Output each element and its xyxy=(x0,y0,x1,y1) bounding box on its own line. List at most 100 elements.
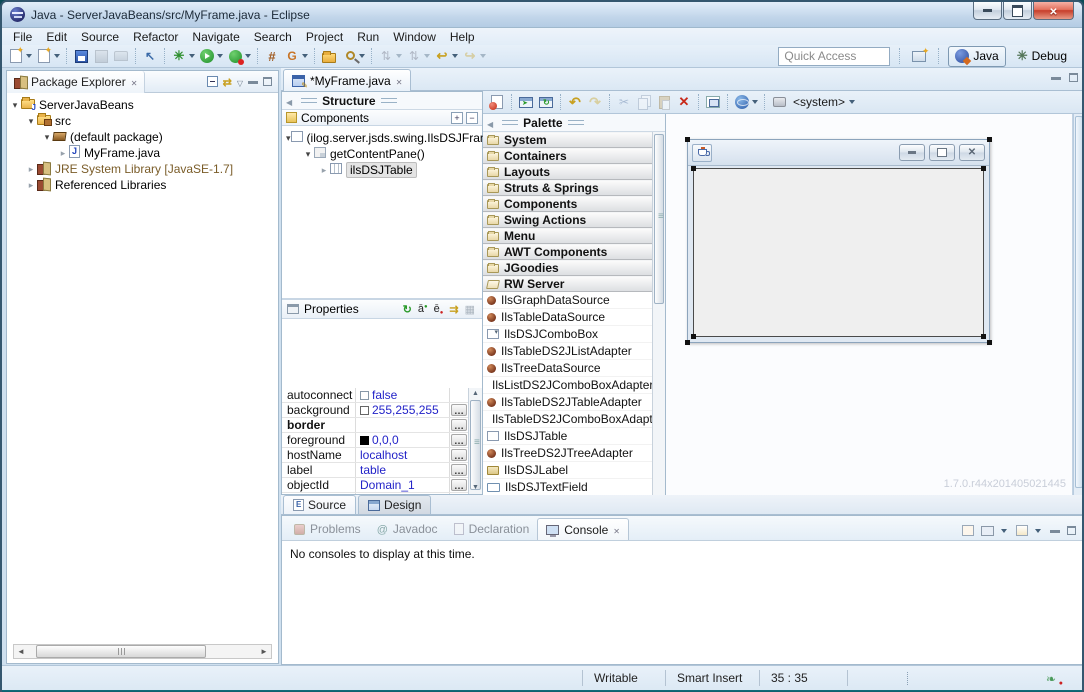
scrollbar-thumb[interactable] xyxy=(36,645,206,658)
coverage-dropdown[interactable] xyxy=(245,54,251,58)
scroll-right-icon[interactable]: ► xyxy=(257,647,271,656)
palette-category-layouts[interactable]: Layouts xyxy=(483,164,652,180)
scroll-up-icon[interactable]: ▲ xyxy=(469,388,482,400)
cut-button[interactable] xyxy=(615,93,633,111)
property-ellipsis-button[interactable] xyxy=(451,464,467,476)
open-console-icon[interactable] xyxy=(1016,525,1028,536)
new-project-button[interactable] xyxy=(35,47,53,65)
palette-item-ilsdsjtable[interactable]: IlsDSJTable xyxy=(483,428,652,445)
back-button[interactable] xyxy=(433,47,451,65)
view-menu-icon[interactable] xyxy=(237,75,243,89)
palette-category-containers[interactable]: Containers xyxy=(483,148,652,164)
editor-tab-myframe[interactable]: *MyFrame.java xyxy=(283,69,411,91)
preview-frame[interactable] xyxy=(687,139,990,343)
print-button[interactable] xyxy=(112,47,130,65)
search-dropdown[interactable] xyxy=(359,54,365,58)
debug-button[interactable] xyxy=(170,47,188,65)
close-icon[interactable] xyxy=(396,74,403,88)
next-annotation-dropdown[interactable] xyxy=(424,54,430,58)
scrollbar-thumb[interactable] xyxy=(470,400,481,490)
menu-window[interactable]: Window xyxy=(386,29,443,45)
tree-item-default-package[interactable]: (default package) xyxy=(9,129,278,145)
selection-handle[interactable] xyxy=(987,137,992,142)
scroll-down-icon[interactable]: ▼ xyxy=(469,482,482,494)
tab-javadoc[interactable]: Javadoc xyxy=(369,518,446,540)
reparse-button[interactable] xyxy=(537,93,555,111)
checkbox-icon[interactable] xyxy=(360,391,369,400)
package-explorer-tab[interactable]: Package Explorer xyxy=(7,71,145,93)
open-console-dropdown[interactable] xyxy=(1035,529,1041,533)
paste-button[interactable] xyxy=(655,93,673,111)
delete-button[interactable] xyxy=(675,93,693,111)
new-grid-button[interactable] xyxy=(263,47,281,65)
palette-item-ilsdsjlabel[interactable]: IlsDSJLabel xyxy=(483,462,652,479)
coverage-button[interactable] xyxy=(226,47,244,65)
property-value[interactable]: localhost xyxy=(356,448,450,462)
property-row-objectid[interactable]: objectId Domain_1 xyxy=(282,478,468,493)
palette-category-swing-actions[interactable]: Swing Actions xyxy=(483,212,652,228)
tab-design[interactable]: Design xyxy=(358,495,431,514)
expander-icon[interactable] xyxy=(57,148,69,159)
property-ellipsis-button[interactable] xyxy=(451,449,467,461)
goto-definition-icon[interactable] xyxy=(418,303,428,315)
property-value[interactable]: 0,0,0 xyxy=(356,433,450,447)
minimize-view-icon[interactable] xyxy=(248,80,258,84)
menu-project[interactable]: Project xyxy=(299,29,350,45)
palette-category-rw-server[interactable]: RW Server xyxy=(483,276,652,292)
minimize-view-icon[interactable] xyxy=(1050,529,1060,533)
undo-button[interactable] xyxy=(566,93,584,111)
palette-item-ilsdsjtextfield[interactable]: IlsDSJTextField xyxy=(483,479,652,495)
open-perspective-button[interactable] xyxy=(910,47,928,65)
property-row-border[interactable]: border xyxy=(282,418,468,433)
properties-scrollbar[interactable]: ▲ ▼ xyxy=(468,388,482,494)
palette-category-jgoodies[interactable]: JGoodies xyxy=(483,260,652,276)
window-minimize-button[interactable] xyxy=(973,2,1002,20)
horizontal-scrollbar[interactable]: ◄ ► xyxy=(13,644,272,659)
property-value[interactable]: false xyxy=(356,388,450,402)
maximize-editor-icon[interactable] xyxy=(1069,73,1078,82)
tab-problems[interactable]: Problems xyxy=(286,518,369,540)
locale-button[interactable] xyxy=(733,93,751,111)
property-value[interactable]: network7 xyxy=(356,493,450,494)
window-maximize-button[interactable] xyxy=(1003,2,1032,20)
menu-search[interactable]: Search xyxy=(247,29,299,45)
selection-handle[interactable] xyxy=(691,334,696,339)
new-project-dropdown[interactable] xyxy=(54,54,60,58)
preview-title-bar[interactable] xyxy=(688,140,989,166)
tree-item-contentpane[interactable]: getContentPane() xyxy=(286,146,482,162)
tree-item-ilsdsjtable[interactable]: ilsDSJTable xyxy=(286,162,482,178)
property-value[interactable] xyxy=(356,418,450,432)
background-job-icon[interactable] xyxy=(1046,672,1060,685)
selection-handle[interactable] xyxy=(685,137,690,142)
menu-source[interactable]: Source xyxy=(74,29,126,45)
tree-item-myframe[interactable]: MyFrame.java xyxy=(9,145,278,161)
select-mode-button[interactable] xyxy=(141,47,159,65)
externalize-strings-button[interactable] xyxy=(704,93,722,111)
menu-refactor[interactable]: Refactor xyxy=(126,29,185,45)
menu-edit[interactable]: Edit xyxy=(39,29,74,45)
menu-navigate[interactable]: Navigate xyxy=(185,29,246,45)
expander-icon[interactable] xyxy=(25,164,37,175)
palette-item-ilstableds2jlistadapter[interactable]: IlsTableDS2JListAdapter xyxy=(483,343,652,360)
collapse-left-icon[interactable] xyxy=(282,94,296,108)
run-button[interactable] xyxy=(198,47,216,65)
close-icon[interactable] xyxy=(613,523,620,537)
palette-scrollbar[interactable] xyxy=(652,132,665,495)
expander-icon[interactable] xyxy=(302,149,314,160)
property-row-servername[interactable]: serverName network7 xyxy=(282,493,468,494)
window-close-button[interactable] xyxy=(1033,2,1074,20)
back-dropdown[interactable] xyxy=(452,54,458,58)
palette-item-ilstableds2jtableadapter[interactable]: IlsTableDS2JTableAdapter xyxy=(483,394,652,411)
quick-access-input[interactable] xyxy=(778,47,890,66)
scrollbar-thumb[interactable] xyxy=(1075,116,1083,488)
prev-annotation-button[interactable] xyxy=(377,47,395,65)
display-console-dropdown[interactable] xyxy=(1001,529,1007,533)
property-ellipsis-button[interactable] xyxy=(451,479,467,491)
tab-source[interactable]: Source xyxy=(283,495,356,514)
test-window-button[interactable] xyxy=(517,93,535,111)
collapse-all-icon[interactable]: − xyxy=(466,112,478,124)
palette-category-system[interactable]: System xyxy=(483,132,652,148)
expander-icon[interactable] xyxy=(41,132,53,143)
expander-icon[interactable] xyxy=(9,100,21,111)
property-ellipsis-button[interactable] xyxy=(451,404,467,416)
